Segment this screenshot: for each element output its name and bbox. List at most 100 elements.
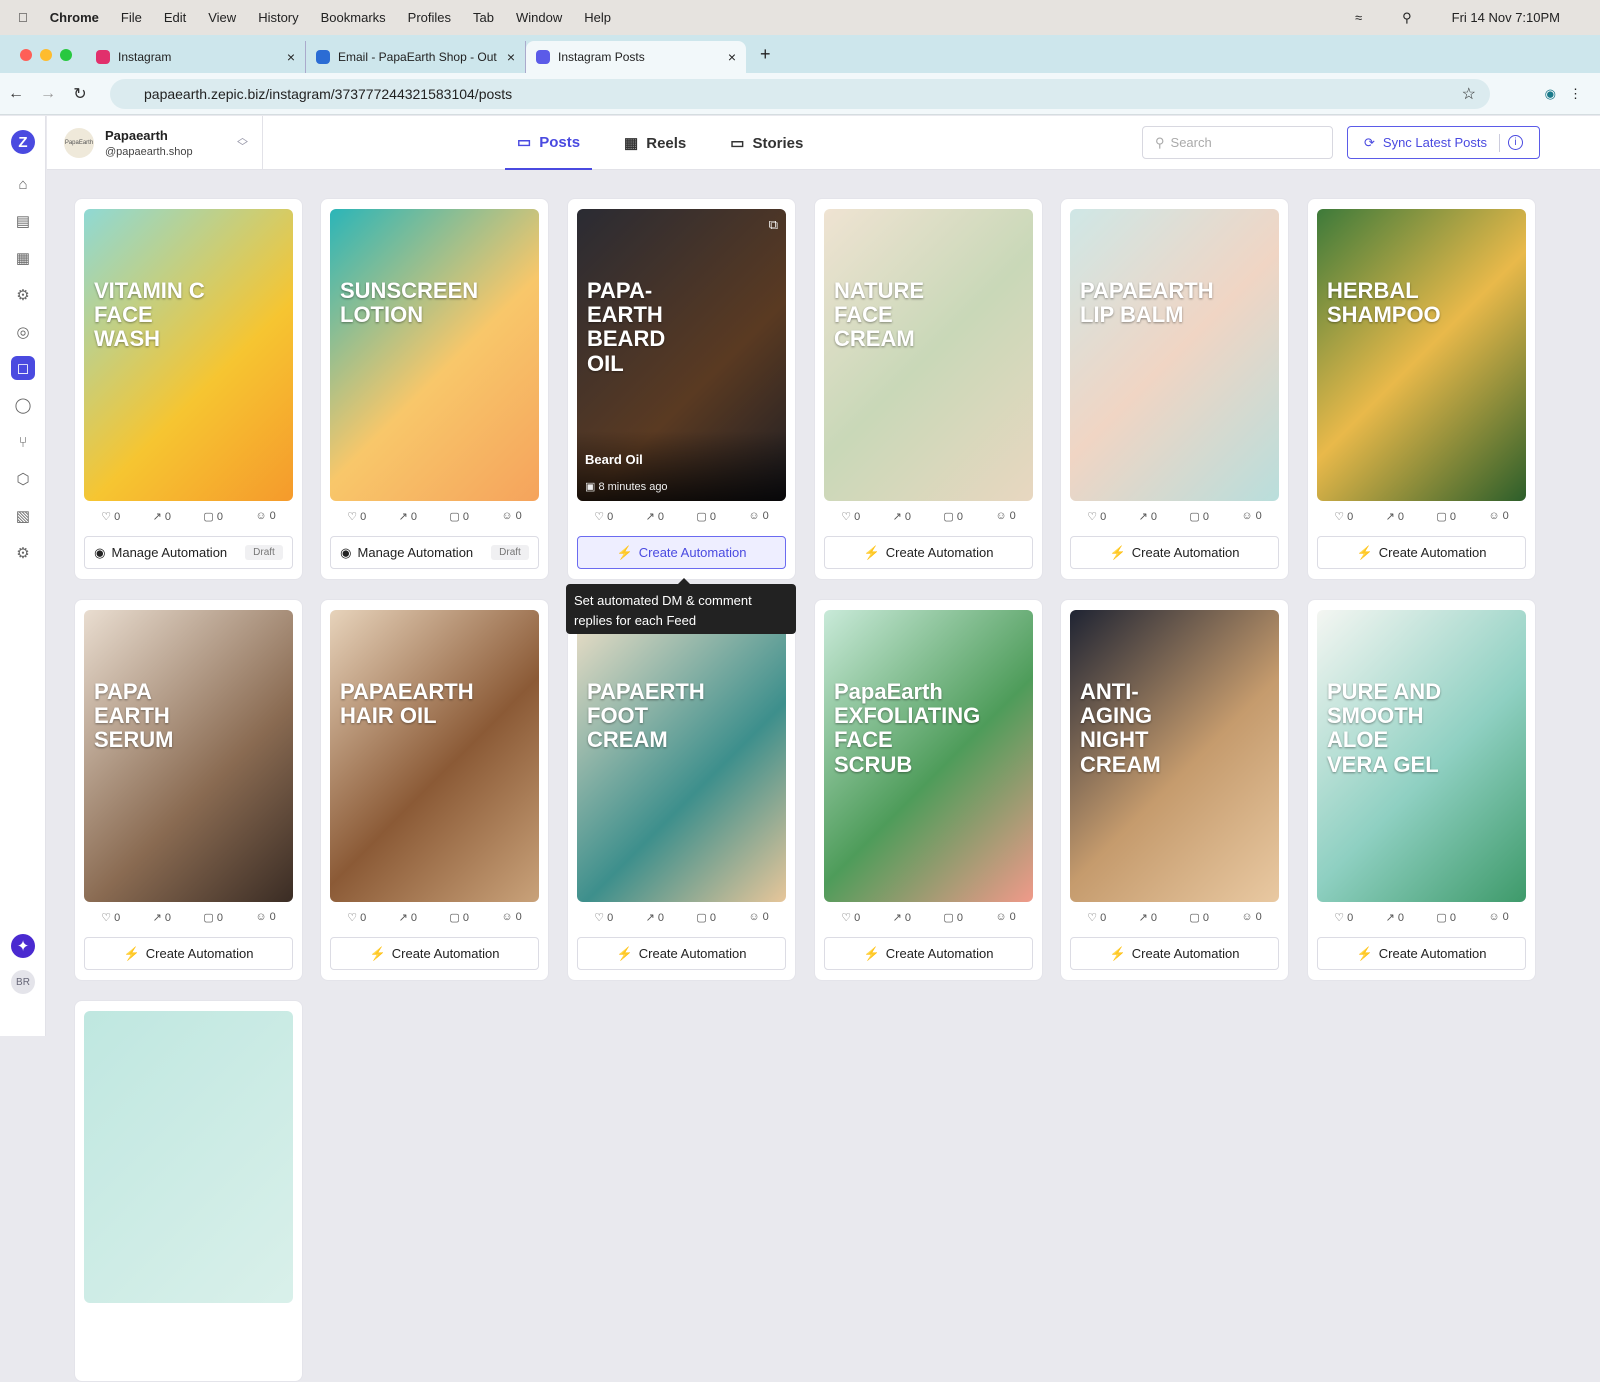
wifi-icon[interactable]: ≈ [1355,10,1362,25]
post-card[interactable]: HERBAL SHAMPOO ♡ 0 ↗ 0 ▢ 0 ☺ 0 ⚡ Create … [1307,198,1536,580]
create-automation-button[interactable]: ⚡ Create Automation [577,536,786,569]
post-card[interactable]: PapaEarth EXFOLIATING FACE SCRUB ♡ 0 ↗ 0… [814,599,1043,981]
profile-icon[interactable]: ◉ [1545,86,1556,102]
tab-stories[interactable]: ▭ Stories [718,116,815,170]
post-stats: ♡ 0 ↗ 0 ▢ 0 ☺ 0 [1308,911,1535,924]
browser-tab[interactable]: Email - PapaEarth Shop - Out × [306,41,526,73]
likes-stat: ♡ 0 [1087,912,1107,924]
close-icon[interactable]: × [507,49,515,65]
smile-icon: ☺ [995,510,1007,522]
post-card[interactable]: PAPA EARTH SERUM ♡ 0 ↗ 0 ▢ 0 ☺ 0 ⚡ Creat… [74,599,303,981]
create-automation-button[interactable]: ⚡ Create Automation [1317,937,1526,970]
post-card[interactable]: PURE AND SMOOTH ALOE VERA GEL ♡ 0 ↗ 0 ▢ … [1307,599,1536,981]
forward-icon[interactable]: → [32,85,64,103]
post-image[interactable]: PAPAEARTH HAIR OIL [330,610,539,902]
create-automation-button[interactable]: ⚡ Create Automation [824,937,1033,970]
create-automation-button[interactable]: ⚡ Create Automation [577,937,786,970]
post-card[interactable]: PAPA-EARTH BEARD OIL ⧉ Beard Oil ▣ 8 minu… [567,198,796,580]
inbox-icon[interactable]: ▤ [11,209,35,233]
create-automation-button[interactable]: ⚡ Create Automation [824,536,1033,569]
account-switcher[interactable]: PapaEarth Papaearth @papaearth.shop ︿ ﹀ [47,116,263,170]
chevron-updown-icon[interactable]: ︿ ﹀ [237,133,248,153]
post-image[interactable]: PapaEarth EXFOLIATING FACE SCRUB [824,610,1033,902]
sync-latest-posts-button[interactable]: ⟳ Sync Latest Posts i [1347,126,1540,159]
window-controls[interactable] [20,49,72,61]
smile-icon: ☺ [748,510,760,522]
tab-posts[interactable]: ▭ Posts [505,116,593,170]
post-image[interactable]: PURE AND SMOOTH ALOE VERA GEL [1317,610,1526,902]
search-input[interactable]: ⚲ Search [1142,126,1333,159]
post-image[interactable]: PAPAEARTH LIP BALM [1070,209,1279,501]
instagram-icon[interactable]: ◻ [11,356,35,380]
new-tab-button[interactable]: + [760,44,771,65]
menu-item[interactable]: Profiles [408,10,451,25]
tab-reels[interactable]: ▦ Reels [612,116,698,170]
post-card[interactable]: ANTI-AGING NIGHT CREAM ♡ 0 ↗ 0 ▢ 0 ☺ 0 ⚡… [1060,599,1289,981]
create-automation-button[interactable]: ⚡ Create Automation [1070,536,1279,569]
box-icon[interactable]: ⬡ [11,467,35,491]
menu-item[interactable]: Edit [164,10,186,25]
reload-icon[interactable]: ↻ [64,84,96,104]
back-icon[interactable]: ← [0,85,32,103]
post-image[interactable]: ANTI-AGING NIGHT CREAM [1070,610,1279,902]
post-image[interactable]: VITAMIN C FACE WASH [84,209,293,501]
browser-tabbar: Instagram × Email - PapaEarth Shop - Out ×… [0,35,1600,73]
browser-tab[interactable]: Instagram × [86,41,306,73]
post-card[interactable]: PAPAEARTH HAIR OIL ♡ 0 ↗ 0 ▢ 0 ☺ 0 ⚡ Cre… [320,599,549,981]
comments-stat: ▢ 0 [1436,511,1456,523]
post-image[interactable]: HERBAL SHAMPOO [1317,209,1526,501]
post-card[interactable] [74,1000,303,1382]
search-icon[interactable]: ⚲ [1402,10,1412,26]
manage-automation-button[interactable]: ◉ Manage Automation Draft [330,536,539,569]
flow-icon[interactable]: ⑂ [11,430,35,454]
post-image[interactable]: PAPAERTH FOOT CREAM [577,610,786,902]
manage-automation-button[interactable]: ◉ Manage Automation Draft [84,536,293,569]
post-image[interactable]: SUNSCREEN LOTION [330,209,539,501]
more-icon[interactable]: ⋮ [1569,86,1582,102]
chat-icon[interactable]: ◯ [11,393,35,417]
post-card[interactable]: NATURE FACE CREAM ♡ 0 ↗ 0 ▢ 0 ☺ 0 ⚡ Crea… [814,198,1043,580]
broadcast-icon[interactable]: ◎ [11,320,35,344]
create-automation-button[interactable]: ⚡ Create Automation [330,937,539,970]
star-icon[interactable]: ☆ [1462,84,1476,104]
close-icon[interactable]: × [287,49,295,65]
menu-item[interactable]: Bookmarks [321,10,386,25]
create-automation-button[interactable]: ⚡ Create Automation [1070,937,1279,970]
datetime[interactable]: Fri 14 Nov 7:10PM [1452,10,1560,25]
menu-item[interactable]: File [121,10,142,25]
menu-item[interactable]: View [208,10,236,25]
analytics-icon[interactable]: ▧ [11,504,35,528]
apple-icon[interactable]:  [18,10,28,25]
assistant-icon[interactable]: ✦ [11,934,35,958]
post-image[interactable]: NATURE FACE CREAM [824,209,1033,501]
menu-item[interactable]: Window [516,10,562,25]
url-field[interactable]: papaearth.zepic.biz/instagram/3737772443… [110,78,1490,109]
user-avatar[interactable]: BR [11,970,35,994]
external-link-icon[interactable]: ⧉ [769,217,778,233]
post-card[interactable]: VITAMIN C FACE WASH ♡ 0 ↗ 0 ▢ 0 ☺ 0 ◉ Ma… [74,198,303,580]
post-image[interactable]: PAPA-EARTH BEARD OIL ⧉ Beard Oil ▣ 8 minu… [577,209,786,501]
campaign-icon[interactable]: ⚙ [11,283,35,307]
menu-item[interactable]: History [258,10,298,25]
zepic-logo-icon[interactable]: Z [11,130,35,154]
settings-icon[interactable]: ⚙ [11,541,35,565]
close-icon[interactable]: × [728,49,736,65]
info-icon[interactable]: i [1507,135,1523,150]
home-icon[interactable]: ⌂ [11,172,35,196]
post-card[interactable]: PAPAEARTH LIP BALM ♡ 0 ↗ 0 ▢ 0 ☺ 0 ⚡ Cre… [1060,198,1289,580]
smile-icon: ☺ [1241,510,1253,522]
create-automation-button[interactable]: ⚡ Create Automation [84,937,293,970]
post-card[interactable]: SUNSCREEN LOTION ♡ 0 ↗ 0 ▢ 0 ☺ 0 ◉ Manag… [320,198,549,580]
post-card[interactable]: PAPAERTH FOOT CREAM ♡ 0 ↗ 0 ▢ 0 ☺ 0 ⚡ Cr… [567,599,796,981]
menu-app[interactable]: Chrome [50,10,99,25]
reach-stat: ↗ 0 [152,912,172,924]
browser-tab-active[interactable]: Instagram Posts × [526,41,746,73]
post-image[interactable]: PAPA EARTH SERUM [84,610,293,902]
menu-item[interactable]: Tab [473,10,494,25]
post-image-label: SUNSCREEN LOTION [340,278,479,328]
post-image[interactable] [84,1011,293,1303]
comments-stat: ▢ 0 [1436,912,1456,924]
contacts-icon[interactable]: ▦ [11,246,35,270]
menu-item[interactable]: Help [584,10,611,25]
create-automation-button[interactable]: ⚡ Create Automation [1317,536,1526,569]
